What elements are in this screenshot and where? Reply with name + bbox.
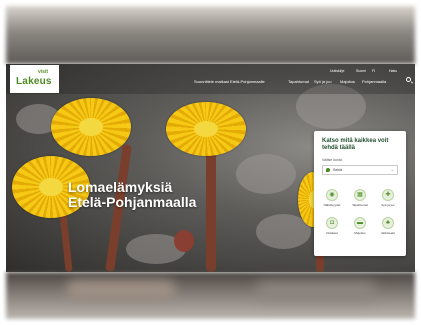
nav-item-plan-trip[interactable]: Suunnittele matkasi Etelä-Pohjanmaalle <box>194 79 265 84</box>
utility-link-fi[interactable]: FI <box>372 69 375 73</box>
card-title: Katso mitä kaikkea voit tehdä täällä <box>322 138 389 151</box>
location-pin-icon <box>326 168 330 172</box>
logo-visit-text: visit <box>38 69 49 75</box>
blurred-bottom-backdrop <box>6 272 415 319</box>
activity-finder-card: Katso mitä kaikkea voit tehdä täällä Val… <box>314 131 406 256</box>
calendar-icon: ▦ <box>354 189 366 201</box>
visit-lakeus-logo[interactable]: visit Lakeus <box>10 65 59 93</box>
cutlery-icon: ✚ <box>382 189 394 201</box>
screenshot-frame: visit Lakeus Uutiskirje Suomi FI Haku Su… <box>0 0 421 325</box>
nav-item-accommodation[interactable]: Majoitus <box>340 79 355 84</box>
chevron-down-icon: ⌄ <box>390 167 394 172</box>
website-viewport: visit Lakeus Uutiskirje Suomi FI Haku Su… <box>6 64 415 272</box>
utility-link-newsletter[interactable]: Uutiskirje <box>330 69 344 73</box>
category-eat-drink[interactable]: ✚ Syö ja juo <box>377 189 399 213</box>
category-label: Aktiviteetit <box>381 231 395 235</box>
bed-icon: ▬ <box>354 217 366 229</box>
blur-streak <box>256 282 376 300</box>
municipality-select-value: Seinä <box>333 168 342 172</box>
category-label: Majoitus <box>354 231 366 235</box>
coltsfoot-flower <box>51 98 131 156</box>
leaf-icon: ♣ <box>382 217 394 229</box>
category-accommodation[interactable]: ▬ Majoitus <box>349 217 371 241</box>
flower-stem <box>206 144 216 272</box>
category-label: Nähtävyydet <box>323 203 341 207</box>
logo-lakeus-text: Lakeus <box>16 76 52 87</box>
category-label: Syö ja juo <box>381 203 395 207</box>
nav-item-ostrobothnia[interactable]: Pohjanmaalla <box>362 79 386 84</box>
category-label: Tapahtumat <box>352 203 368 207</box>
blur-streak <box>66 280 176 300</box>
utility-link-search[interactable]: Haku <box>389 69 397 73</box>
blurred-top-backdrop <box>6 6 415 64</box>
search-icon[interactable] <box>406 77 411 82</box>
category-activities[interactable]: ♣ Aktiviteetit <box>377 217 399 241</box>
category-events[interactable]: ▦ Tapahtumat <box>349 189 371 213</box>
municipality-select-label: Valitse kunta <box>322 158 342 162</box>
hero-title: Lomaelämyksiä Etelä-Pohjanmaalla <box>68 179 197 210</box>
category-label: Ostokset <box>326 231 338 235</box>
category-shopping[interactable]: ◘ Ostokset <box>321 217 343 241</box>
nav-item-eat-drink[interactable]: Syö ja juo <box>314 79 332 84</box>
coltsfoot-flower <box>166 102 246 156</box>
flower-bud <box>174 230 194 252</box>
background-stone <box>236 154 296 194</box>
camera-icon: ◉ <box>326 189 338 201</box>
nav-item-events[interactable]: Tapahtumat <box>288 79 309 84</box>
site-header: visit Lakeus Uutiskirje Suomi FI Haku Su… <box>6 64 415 94</box>
category-attractions[interactable]: ◉ Nähtävyydet <box>321 189 343 213</box>
utility-link-language[interactable]: Suomi <box>356 69 366 73</box>
bag-icon: ◘ <box>326 217 338 229</box>
municipality-select[interactable]: Seinä ⌄ <box>322 165 398 175</box>
